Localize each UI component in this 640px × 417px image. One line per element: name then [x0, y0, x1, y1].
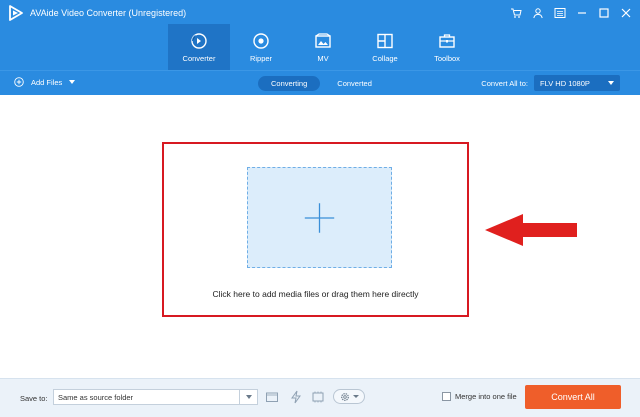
settings-button[interactable]: [333, 389, 365, 404]
tab-toolbox[interactable]: Toolbox: [416, 24, 478, 70]
account-icon[interactable]: [530, 5, 546, 21]
footer-bar: Save to: Same as source folder Merge int…: [0, 378, 640, 417]
add-files-label: Add Files: [31, 77, 63, 87]
convert-all-label: Convert All to:: [481, 78, 528, 88]
window-controls: [508, 5, 634, 21]
tab-converted[interactable]: Converted: [324, 76, 385, 91]
tab-label-ripper: Ripper: [249, 54, 273, 63]
collage-icon: [377, 33, 393, 49]
merge-checkbox[interactable]: Merge into one file: [442, 392, 517, 401]
toolbox-icon: [439, 34, 455, 48]
pointer-arrow-icon: [485, 214, 577, 246]
main-area: Click here to add media files or drag th…: [0, 95, 640, 378]
mv-icon: [315, 33, 331, 48]
ripper-icon: [253, 33, 269, 49]
app-window: AVAide Video Converter (Unregistered) Co…: [0, 0, 640, 417]
tab-collage[interactable]: Collage: [354, 24, 416, 70]
save-to-label: Save to:: [20, 394, 48, 403]
output-format-select[interactable]: FLV HD 1080P: [534, 75, 620, 91]
title-bar: AVAide Video Converter (Unregistered) Co…: [0, 0, 640, 70]
hardware-accel-icon[interactable]: [287, 388, 305, 406]
gear-icon: [340, 392, 349, 401]
add-files-button[interactable]: Add Files: [14, 77, 76, 87]
add-media-dropzone[interactable]: [247, 167, 392, 268]
merge-label: Merge into one file: [455, 392, 517, 401]
checkbox-box[interactable]: [442, 392, 451, 401]
chevron-down-icon: [352, 395, 359, 398]
gpu-accel-icon[interactable]: [309, 388, 327, 406]
main-nav: Converter Ripper MV Collage Toolbox: [168, 24, 478, 70]
minimize-icon[interactable]: [574, 5, 590, 21]
window-title: AVAide Video Converter (Unregistered): [30, 8, 187, 18]
tab-converting[interactable]: Converting: [258, 76, 321, 91]
converter-icon: [191, 33, 207, 49]
app-logo-icon: [9, 5, 23, 21]
toolbar: Add Files Converting Converted Convert A…: [0, 70, 640, 95]
maximize-icon[interactable]: [596, 5, 612, 21]
chevron-down-icon: [608, 81, 614, 85]
view-switch: Converting Converted: [258, 76, 385, 91]
save-to-value: Same as source folder: [58, 392, 134, 402]
tab-mv[interactable]: MV: [292, 24, 354, 70]
cart-icon[interactable]: [508, 5, 524, 21]
output-format-value: FLV HD 1080P: [540, 78, 590, 88]
add-circle-icon: [14, 77, 24, 87]
tab-label-converter: Converter: [182, 54, 216, 63]
menu-icon[interactable]: [552, 5, 568, 21]
save-to-select[interactable]: Same as source folder: [53, 389, 258, 405]
tab-ripper[interactable]: Ripper: [230, 24, 292, 70]
convert-all-to: Convert All to: FLV HD 1080P: [481, 75, 620, 91]
tab-label-toolbox: Toolbox: [434, 54, 460, 63]
chevron-down-icon[interactable]: [69, 80, 76, 84]
tab-label-collage: Collage: [372, 54, 398, 63]
plus-icon: [304, 203, 335, 233]
drop-instructions: Click here to add media files or drag th…: [212, 289, 419, 299]
tab-converter[interactable]: Converter: [168, 24, 230, 70]
open-folder-icon[interactable]: [263, 388, 281, 406]
convert-all-button[interactable]: Convert All: [525, 385, 621, 409]
chevron-down-icon[interactable]: [239, 390, 257, 404]
tab-label-mv: MV: [317, 54, 329, 63]
close-icon[interactable]: [618, 5, 634, 21]
